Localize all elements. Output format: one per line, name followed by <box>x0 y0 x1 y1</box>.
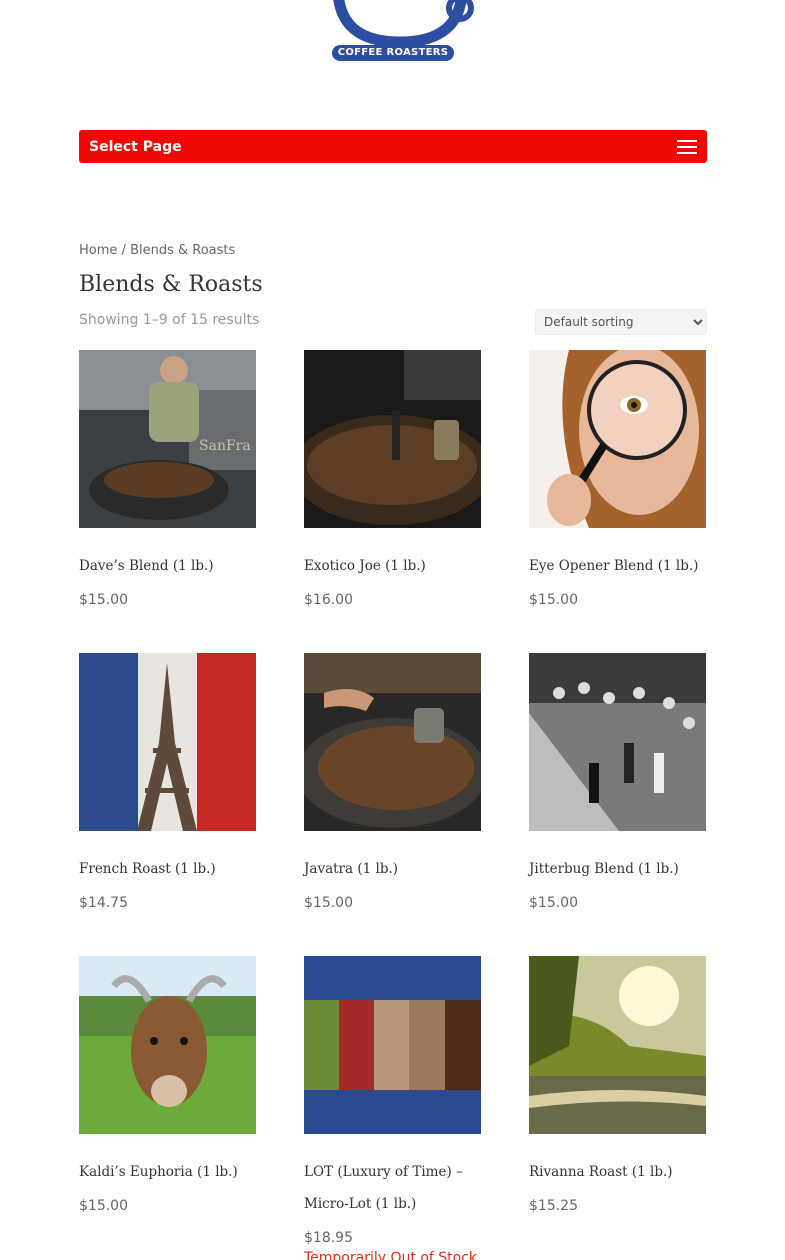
product-price: $15.00 <box>529 895 578 911</box>
product-name[interactable]: French Roast (1 lb.) <box>79 853 257 885</box>
select-page-label: Select Page <box>89 138 182 155</box>
product-card[interactable]: SanFra Dave’s Blend (1 lb.) $15.00 <box>79 350 257 608</box>
product-price: $15.00 <box>529 592 578 608</box>
product-image-coffee-bean-stages[interactable] <box>304 956 481 1134</box>
product-name[interactable]: Exotico Joe (1 lb.) <box>304 550 482 582</box>
product-price: $15.25 <box>529 1198 578 1214</box>
product-name[interactable]: Dave’s Blend (1 lb.) <box>79 550 257 582</box>
product-price: $18.95 <box>304 1230 353 1246</box>
product-price: $15.00 <box>79 1198 128 1214</box>
product-image-river-sunlight[interactable] <box>529 956 706 1134</box>
logo-text: COFFEE ROASTERS <box>337 47 449 58</box>
product-name[interactable]: Javatra (1 lb.) <box>304 853 482 885</box>
product-card[interactable]: Exotico Joe (1 lb.) $16.00 <box>304 350 482 608</box>
product-card[interactable]: Eye Opener Blend (1 lb.) $15.00 <box>529 350 707 608</box>
product-price: $14.75 <box>79 895 128 911</box>
out-of-stock-label: Temporarily Out of Stock <box>304 1250 478 1260</box>
product-name[interactable]: LOT (Luxury of Time) – Micro-Lot (1 lb.) <box>304 1156 482 1220</box>
product-card[interactable]: Rivanna Roast (1 lb.) $15.25 <box>529 956 707 1214</box>
product-name[interactable]: Rivanna Roast (1 lb.) <box>529 1156 707 1188</box>
result-count: Showing 1–9 of 15 results <box>79 312 260 328</box>
product-name[interactable]: Eye Opener Blend (1 lb.) <box>529 550 707 582</box>
svg-text:SanFra: SanFra <box>199 438 251 454</box>
breadcrumb-separator: / <box>121 243 126 258</box>
product-name[interactable]: Jitterbug Blend (1 lb.) <box>529 853 707 885</box>
product-image-hand-in-roaster[interactable] <box>304 653 481 831</box>
product-image-eiffel-tower-flag[interactable] <box>79 653 256 831</box>
product-name[interactable]: Kaldi’s Euphoria (1 lb.) <box>79 1156 257 1188</box>
breadcrumb-current: Blends & Roasts <box>130 243 236 258</box>
product-image-magnifying-glass-eye[interactable] <box>529 350 706 528</box>
product-image-roasting-drum[interactable] <box>304 350 481 528</box>
product-price: $15.00 <box>304 895 353 911</box>
breadcrumb: Home / Blends & Roasts <box>79 243 235 258</box>
product-image-goat[interactable] <box>79 956 256 1134</box>
site-logo[interactable]: COFFEE ROASTERS <box>330 0 476 64</box>
product-price: $16.00 <box>304 592 353 608</box>
product-image-roaster-man[interactable]: SanFra <box>79 350 256 528</box>
product-card[interactable]: French Roast (1 lb.) $14.75 <box>79 653 257 911</box>
mobile-menu-bar[interactable]: Select Page <box>79 130 707 163</box>
product-price: $15.00 <box>79 592 128 608</box>
product-card[interactable]: Jitterbug Blend (1 lb.) $15.00 <box>529 653 707 911</box>
product-card[interactable]: LOT (Luxury of Time) – Micro-Lot (1 lb.)… <box>304 956 482 1260</box>
sorting-select[interactable]: Default sorting <box>535 309 707 335</box>
page-title: Blends & Roasts <box>79 272 263 297</box>
product-card[interactable]: Kaldi’s Euphoria (1 lb.) $15.00 <box>79 956 257 1214</box>
breadcrumb-home-link[interactable]: Home <box>79 243 117 258</box>
product-card[interactable]: Javatra (1 lb.) $15.00 <box>304 653 482 911</box>
product-image-dancing-crowd[interactable] <box>529 653 706 831</box>
hamburger-menu-icon[interactable] <box>677 139 697 154</box>
